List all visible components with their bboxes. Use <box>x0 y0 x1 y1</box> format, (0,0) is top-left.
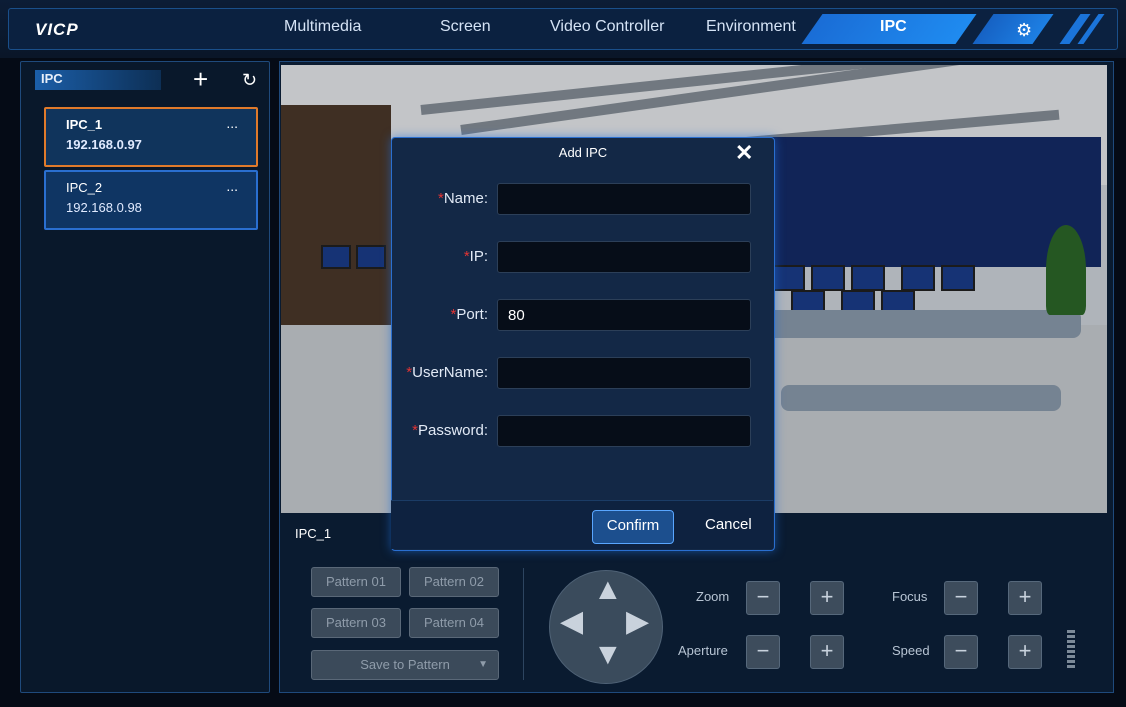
speed-increase-button[interactable]: + <box>1008 635 1042 669</box>
speed-label: Speed <box>892 643 930 658</box>
gear-icon[interactable]: ⚙ <box>1016 20 1032 41</box>
ip-input[interactable] <box>497 241 751 273</box>
port-field-label: *Port: <box>450 306 488 323</box>
tab-environment[interactable]: Environment <box>706 18 796 42</box>
focus-increase-button[interactable]: + <box>1008 581 1042 615</box>
aperture-decrease-button[interactable]: − <box>746 635 780 669</box>
add-ipc-button[interactable]: + <box>193 66 208 92</box>
ip-field-label: *IP: <box>463 248 488 265</box>
focus-decrease-button[interactable]: − <box>944 581 978 615</box>
ipc-list-item[interactable]: IPC_2 192.168.0.98 ... <box>44 170 258 230</box>
ipc-address: 192.168.0.97 <box>66 137 142 152</box>
tab-multimedia[interactable]: Multimedia <box>284 18 361 42</box>
speed-decrease-button[interactable]: − <box>944 635 978 669</box>
username-input[interactable] <box>497 357 751 389</box>
save-to-pattern-button[interactable]: Save to Pattern ▼ <box>311 650 499 680</box>
pattern-02-button[interactable]: Pattern 02 <box>409 567 499 597</box>
more-icon[interactable]: ... <box>226 178 238 194</box>
ipc-name: IPC_1 <box>66 117 103 132</box>
pattern-01-button[interactable]: Pattern 01 <box>311 567 401 597</box>
arrow-right-icon[interactable]: ▶ <box>626 607 649 637</box>
arrow-down-icon[interactable]: ▼ <box>593 640 623 670</box>
password-field-label: *Password: <box>412 422 488 439</box>
ipc-list-item[interactable]: IPC_1 192.168.0.97 ... <box>44 107 258 167</box>
speed-level-indicator <box>1067 630 1075 670</box>
arrow-left-icon[interactable]: ◀ <box>560 607 583 637</box>
tab-video-controller[interactable]: Video Controller <box>550 18 664 42</box>
port-input[interactable] <box>497 299 751 331</box>
confirm-button[interactable]: Confirm <box>592 510 674 544</box>
camera-label: IPC_1 <box>295 526 332 541</box>
cancel-button[interactable]: Cancel <box>705 516 752 533</box>
zoom-label: Zoom <box>696 589 730 604</box>
password-input[interactable] <box>497 415 751 447</box>
tab-ipc[interactable]: IPC <box>880 18 907 42</box>
sidebar-title: IPC <box>35 70 161 90</box>
username-field-label: *UserName: <box>406 364 488 381</box>
more-icon[interactable]: ... <box>226 115 238 131</box>
pattern-03-button[interactable]: Pattern 03 <box>311 608 401 638</box>
zoom-in-button[interactable]: + <box>810 581 844 615</box>
app-logo: VICP <box>35 20 79 39</box>
ipc-address: 192.168.0.98 <box>66 200 142 215</box>
ipc-name: IPC_2 <box>66 180 103 195</box>
name-input[interactable] <box>497 183 751 215</box>
pattern-04-button[interactable]: Pattern 04 <box>409 608 499 638</box>
aperture-label: Aperture <box>678 643 728 658</box>
tab-screen[interactable]: Screen <box>440 18 491 42</box>
zoom-out-button[interactable]: − <box>746 581 780 615</box>
chevron-down-icon: ▼ <box>478 659 488 670</box>
name-field-label: *Name: <box>437 190 488 207</box>
aperture-increase-button[interactable]: + <box>810 635 844 669</box>
controls-divider <box>523 568 524 680</box>
arrow-up-icon[interactable]: ▲ <box>593 575 623 605</box>
refresh-icon[interactable]: ↻ <box>242 70 257 91</box>
save-to-pattern-label: Save to Pattern <box>360 657 450 672</box>
dialog-title: Add IPC <box>558 145 608 160</box>
close-icon[interactable]: ✕ <box>735 140 753 166</box>
focus-label: Focus <box>892 589 928 604</box>
